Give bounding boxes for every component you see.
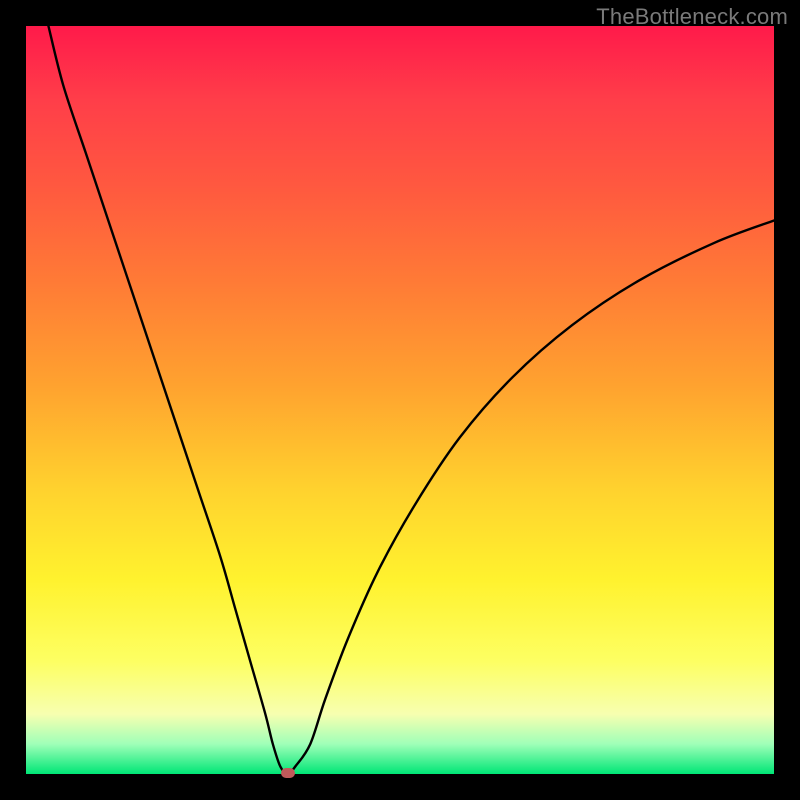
min-point-marker xyxy=(281,768,295,778)
bottleneck-curve xyxy=(26,26,774,774)
watermark-text: TheBottleneck.com xyxy=(596,4,788,30)
chart-frame: TheBottleneck.com xyxy=(0,0,800,800)
plot-area xyxy=(26,26,774,774)
